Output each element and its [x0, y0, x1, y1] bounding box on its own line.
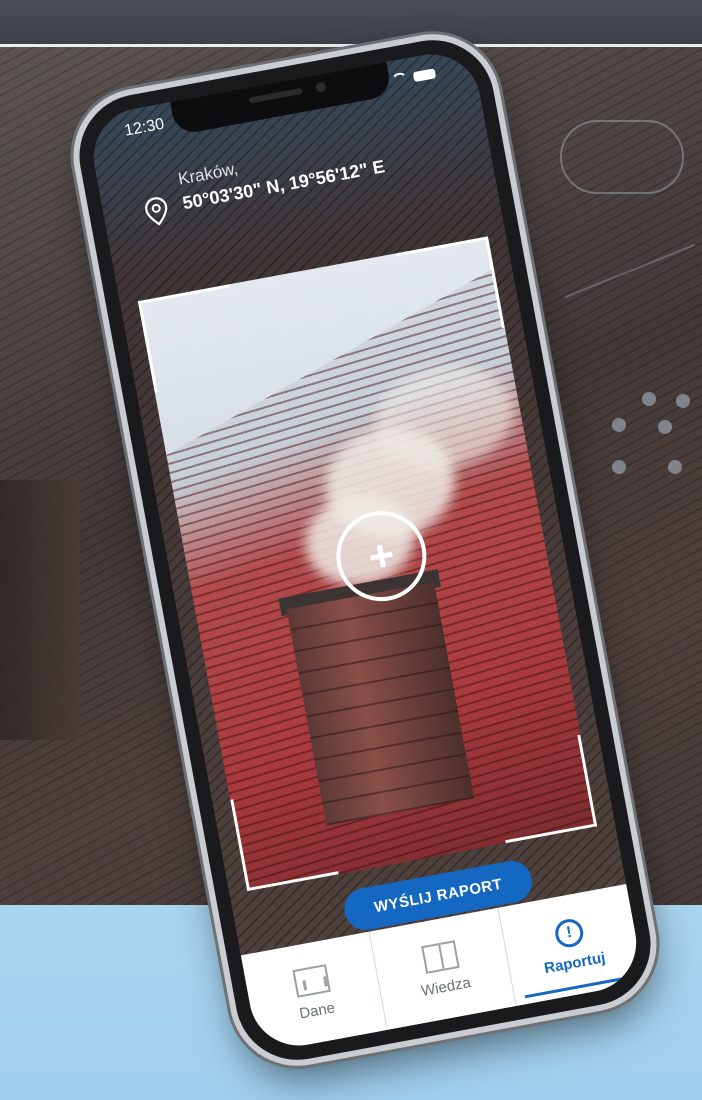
- tab-label: Raportuj: [542, 948, 607, 977]
- chart-board-icon: [292, 963, 331, 998]
- status-time: 12:30: [123, 115, 166, 140]
- location-pin-icon: [145, 197, 168, 226]
- background-chimney: [0, 480, 80, 740]
- frame-corner: [396, 236, 505, 345]
- battery-icon: [412, 68, 437, 83]
- frame-corner: [230, 782, 339, 892]
- wifi-icon: [390, 71, 409, 87]
- tab-label: Wiedza: [419, 973, 473, 1000]
- frame-corner: [137, 284, 247, 393]
- book-icon: [421, 939, 460, 974]
- cloud-icon: [560, 120, 684, 194]
- frame-corner: [488, 734, 598, 844]
- tab-label: Dane: [297, 998, 337, 1023]
- alert-bulb-icon: !: [552, 916, 586, 950]
